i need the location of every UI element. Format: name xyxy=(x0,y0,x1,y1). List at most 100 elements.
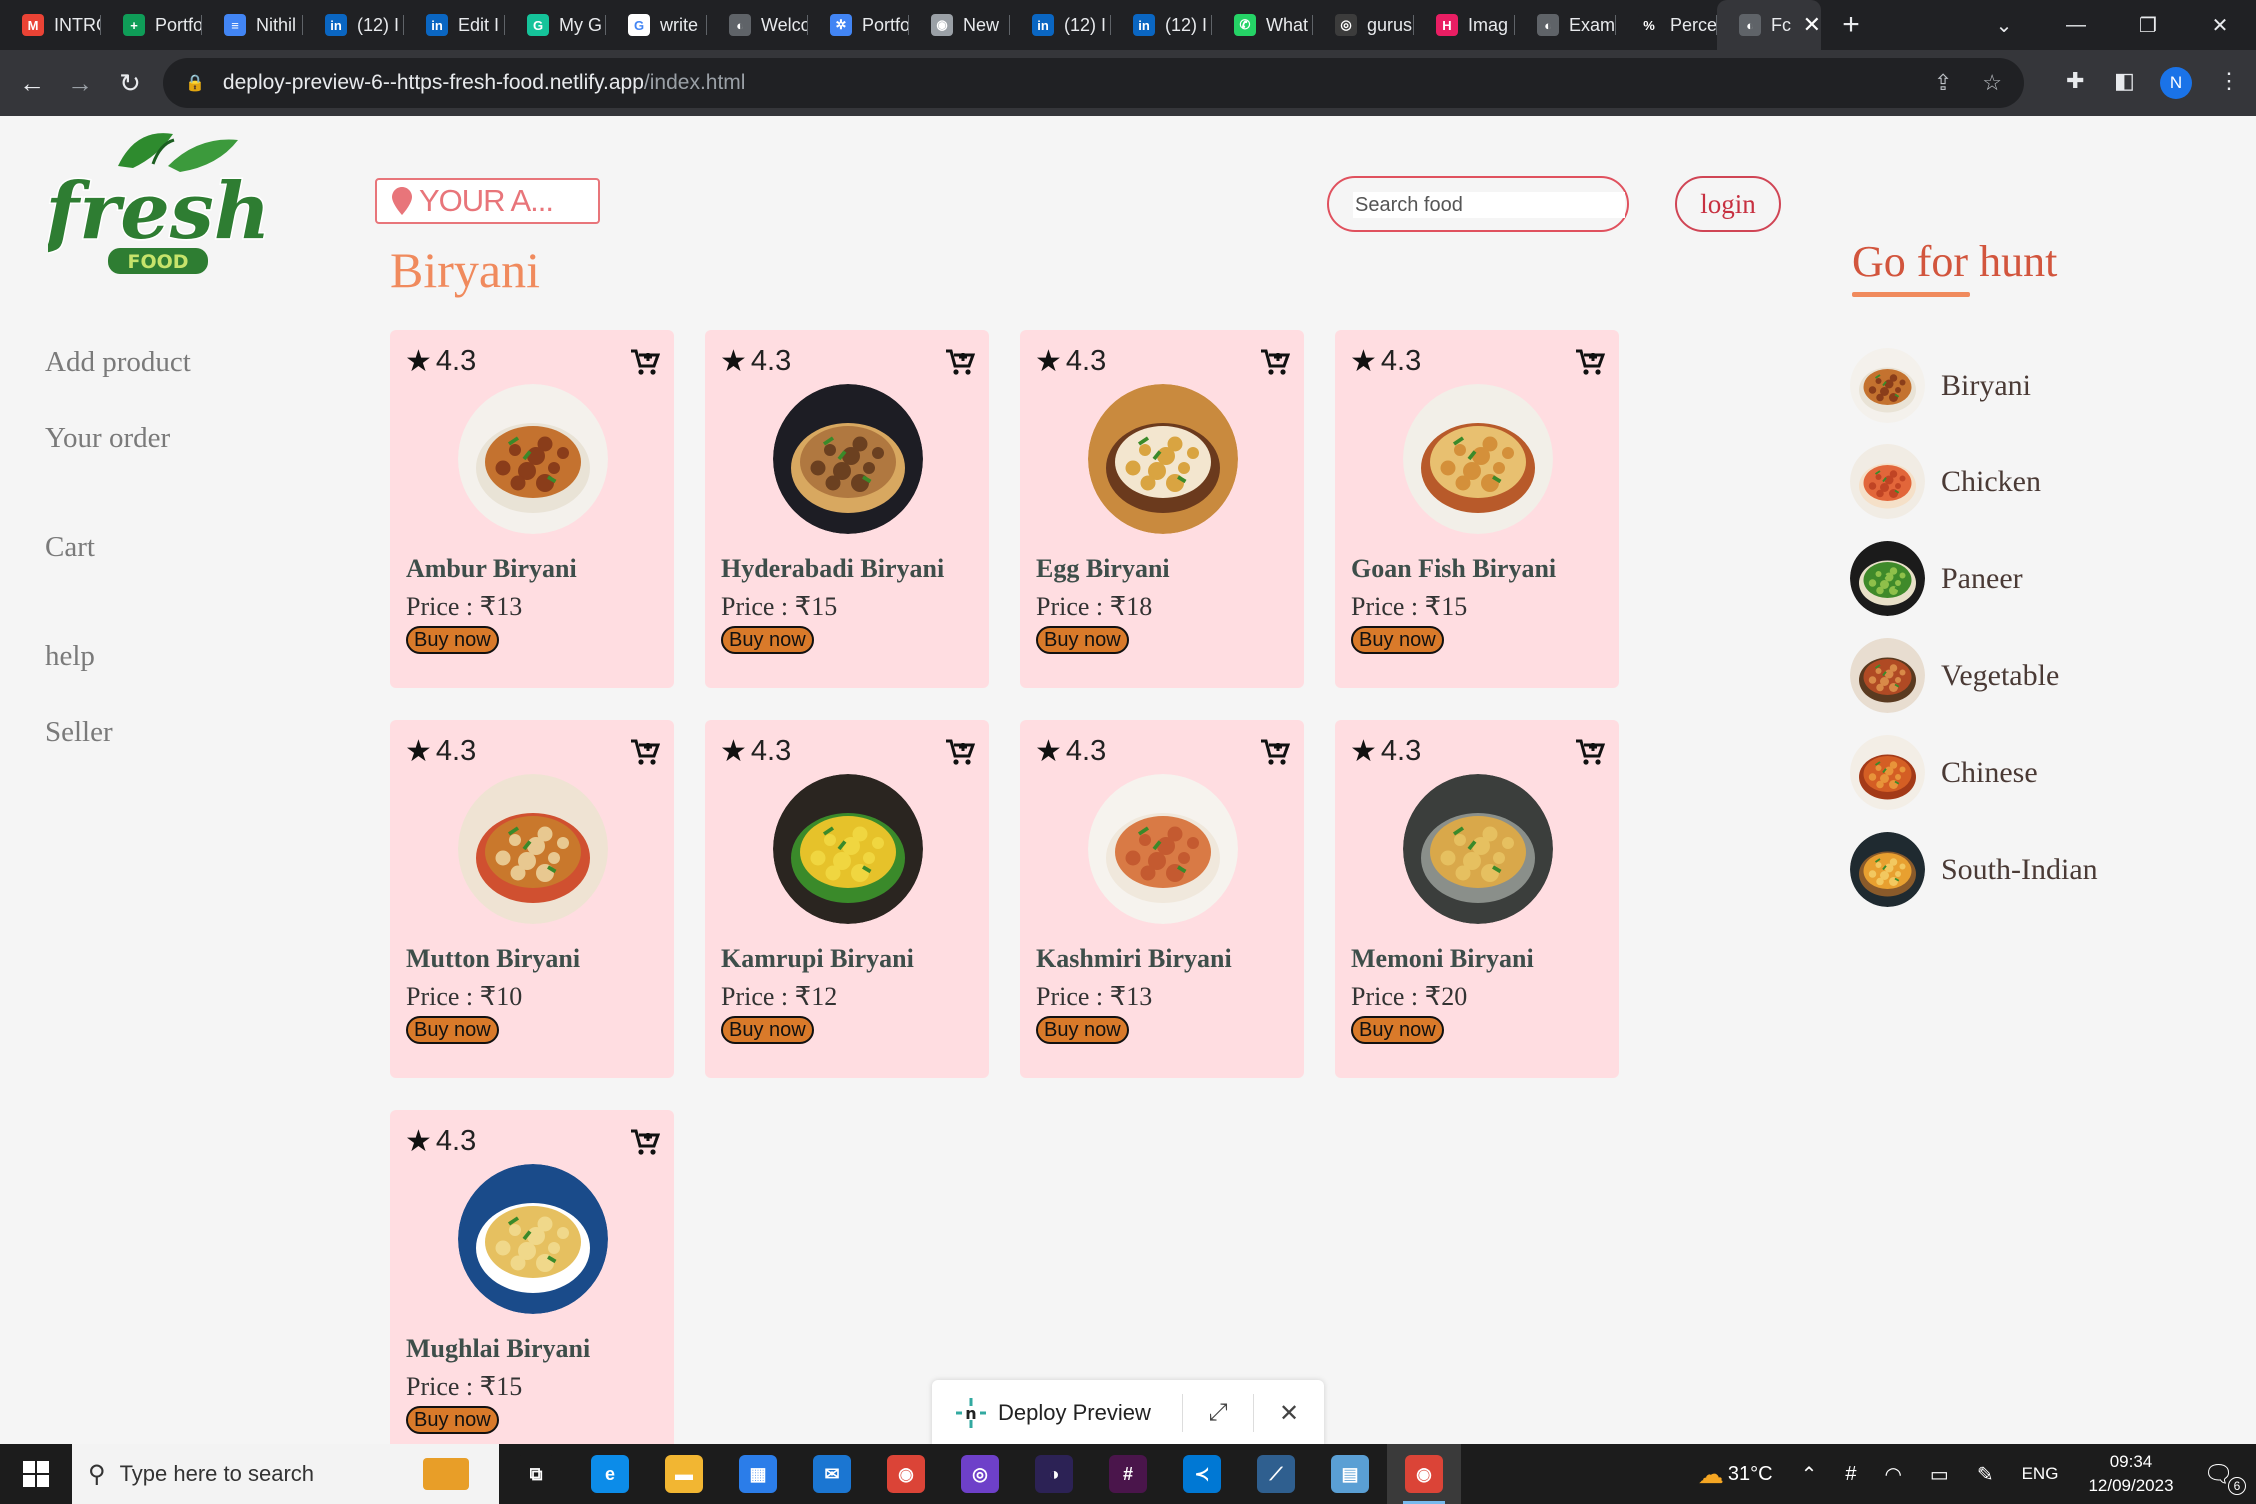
buy-now-button[interactable]: Buy now xyxy=(406,626,499,654)
browser-tab[interactable]: % Perce xyxy=(1616,0,1717,50)
buy-now-button[interactable]: Buy now xyxy=(406,1016,499,1044)
active-tab[interactable]: ◐ Fc ✕ xyxy=(1717,0,1821,50)
address-bar[interactable]: 🔒 deploy-preview-6--https-fresh-food.net… xyxy=(163,58,2024,108)
browser-tab[interactable]: + Portfo xyxy=(101,0,202,50)
close-icon[interactable]: ✕ xyxy=(1254,1399,1324,1428)
add-to-cart-icon[interactable] xyxy=(1260,738,1290,766)
profile-avatar[interactable]: N xyxy=(2160,67,2192,99)
browser-tab[interactable]: M INTRO xyxy=(0,0,101,50)
clock[interactable]: 09:34 12/09/2023 xyxy=(2072,1450,2189,1498)
battery-icon[interactable]: ▭ xyxy=(1916,1462,1963,1487)
side-panel-icon[interactable]: ◧ xyxy=(2114,68,2135,94)
sidebar-item-cart[interactable]: Cart xyxy=(45,531,95,564)
taskbar-app[interactable]: ▬ xyxy=(647,1444,721,1504)
browser-tab[interactable]: in (12) I xyxy=(1010,0,1111,50)
taskbar-app[interactable]: # xyxy=(1091,1444,1165,1504)
browser-tab[interactable]: G My G xyxy=(505,0,606,50)
login-button[interactable]: login xyxy=(1675,176,1781,232)
sidebar-item-help[interactable]: help xyxy=(45,640,95,673)
add-to-cart-icon[interactable] xyxy=(630,738,660,766)
browser-tab[interactable]: ◐ Welco xyxy=(707,0,808,50)
close-window-button[interactable]: ✕ xyxy=(2184,13,2256,38)
reload-button[interactable]: ↻ xyxy=(106,68,154,99)
add-to-cart-icon[interactable] xyxy=(1260,348,1290,376)
sidebar-item-seller[interactable]: Seller xyxy=(45,716,113,749)
notepad-icon: ▤ xyxy=(1331,1455,1369,1493)
taskbar-search[interactable]: ⚲ Type here to search xyxy=(72,1444,499,1504)
extensions-icon[interactable]: ✚ xyxy=(2066,68,2084,94)
browser-tab[interactable]: H Imag xyxy=(1414,0,1515,50)
browser-tab[interactable]: in (12) I xyxy=(1111,0,1212,50)
add-to-cart-icon[interactable] xyxy=(945,348,975,376)
url-path: /index.html xyxy=(643,71,746,94)
add-to-cart-icon[interactable] xyxy=(630,1128,660,1156)
taskbar-app[interactable]: e xyxy=(573,1444,647,1504)
product-card: ★ 4.3 Ambur Biryani Price : ₹13 Buy now xyxy=(390,330,674,688)
back-button[interactable]: ← xyxy=(8,68,56,99)
hunt-category-item[interactable]: Chinese xyxy=(1850,735,2038,810)
browser-tab[interactable]: ◎ gurus xyxy=(1313,0,1414,50)
taskbar-app[interactable]: ⧉ xyxy=(499,1444,573,1504)
taskbar-app[interactable]: ✉ xyxy=(795,1444,869,1504)
hunt-category-item[interactable]: Paneer xyxy=(1850,541,2023,616)
buy-now-button[interactable]: Buy now xyxy=(721,1016,814,1044)
buy-now-button[interactable]: Buy now xyxy=(1036,1016,1129,1044)
sidebar-item-your-order[interactable]: Your order xyxy=(45,422,170,455)
sidebar-item-add-product[interactable]: Add product xyxy=(45,346,191,379)
weather-icon[interactable]: ☁ xyxy=(1684,1459,1728,1490)
add-to-cart-icon[interactable] xyxy=(1575,348,1605,376)
search-input[interactable] xyxy=(1353,192,1625,218)
taskbar-app[interactable]: ⟋ xyxy=(1239,1444,1313,1504)
bookmark-star-icon[interactable]: ☆ xyxy=(1982,70,2002,96)
share-icon[interactable]: ⇪ xyxy=(1934,70,1952,96)
buy-now-button[interactable]: Buy now xyxy=(1351,1016,1444,1044)
browser-tab[interactable]: in (12) I xyxy=(303,0,404,50)
browser-tab[interactable]: ◉ New xyxy=(909,0,1010,50)
start-button[interactable] xyxy=(0,1444,72,1504)
expand-icon[interactable]: ⤢ xyxy=(1183,1399,1253,1427)
menu-kebab-icon[interactable]: ⋮ xyxy=(2218,68,2240,94)
minimize-button[interactable]: — xyxy=(2040,14,2112,37)
add-to-cart-icon[interactable] xyxy=(630,348,660,376)
browser-tab[interactable]: Gwrite xyxy=(606,0,707,50)
browser-tab[interactable]: ≡ Nithil xyxy=(202,0,303,50)
deploy-preview-bar: n Deploy Preview ⤢ ✕ xyxy=(932,1380,1324,1444)
taskbar-app[interactable]: ◉ xyxy=(869,1444,943,1504)
buy-now-button[interactable]: Buy now xyxy=(1036,626,1129,654)
add-to-cart-icon[interactable] xyxy=(945,738,975,766)
product-rating: ★ 4.3 xyxy=(405,734,476,769)
browser-tab[interactable]: ✲ Portfo xyxy=(808,0,909,50)
taskbar-app[interactable]: ◉ xyxy=(1387,1444,1461,1504)
hunt-category-item[interactable]: Biryani xyxy=(1850,348,2031,423)
restore-button[interactable]: ❐ xyxy=(2112,13,2184,38)
browser-tab[interactable]: in Edit I xyxy=(404,0,505,50)
hunt-category-item[interactable]: Vegetable xyxy=(1850,638,2059,713)
product-image xyxy=(458,774,608,924)
browser-tab[interactable]: ◐ Exam xyxy=(1515,0,1616,50)
notification-icon[interactable]: 🗨 6 xyxy=(2190,1460,2256,1495)
tab-search-icon[interactable]: ⌄ xyxy=(1968,13,2040,38)
taskbar-app[interactable]: ▤ xyxy=(1313,1444,1387,1504)
wifi-icon[interactable]: ◠ xyxy=(1870,1462,1915,1487)
buy-now-button[interactable]: Buy now xyxy=(1351,626,1444,654)
new-tab-button[interactable]: + xyxy=(1821,0,1881,50)
forward-button[interactable]: → xyxy=(56,68,104,99)
hunt-category-item[interactable]: Chicken xyxy=(1850,444,2041,519)
hunt-category-item[interactable]: South-Indian xyxy=(1850,832,2098,907)
slack-tray-icon[interactable]: # xyxy=(1831,1463,1870,1486)
taskbar-app[interactable]: ▦ xyxy=(721,1444,795,1504)
taskbar-app[interactable]: ≺ xyxy=(1165,1444,1239,1504)
pen-icon[interactable]: ✎ xyxy=(1963,1462,2008,1487)
buy-now-button[interactable]: Buy now xyxy=(406,1406,499,1434)
address-selector[interactable]: YOUR A... xyxy=(375,178,600,224)
close-tab-icon[interactable]: ✕ xyxy=(1803,12,1821,38)
taskbar-app[interactable]: ◎ xyxy=(943,1444,1017,1504)
language-indicator[interactable]: ENG xyxy=(2008,1464,2073,1484)
add-to-cart-icon[interactable] xyxy=(1575,738,1605,766)
lock-icon[interactable]: 🔒 xyxy=(185,73,205,93)
taskbar-app[interactable]: ◑ xyxy=(1017,1444,1091,1504)
buy-now-button[interactable]: Buy now xyxy=(721,626,814,654)
weather-temp[interactable]: 31°C xyxy=(1728,1463,1787,1486)
browser-tab[interactable]: ✆ What xyxy=(1212,0,1313,50)
chevron-up-icon[interactable]: ⌃ xyxy=(1787,1462,1832,1487)
